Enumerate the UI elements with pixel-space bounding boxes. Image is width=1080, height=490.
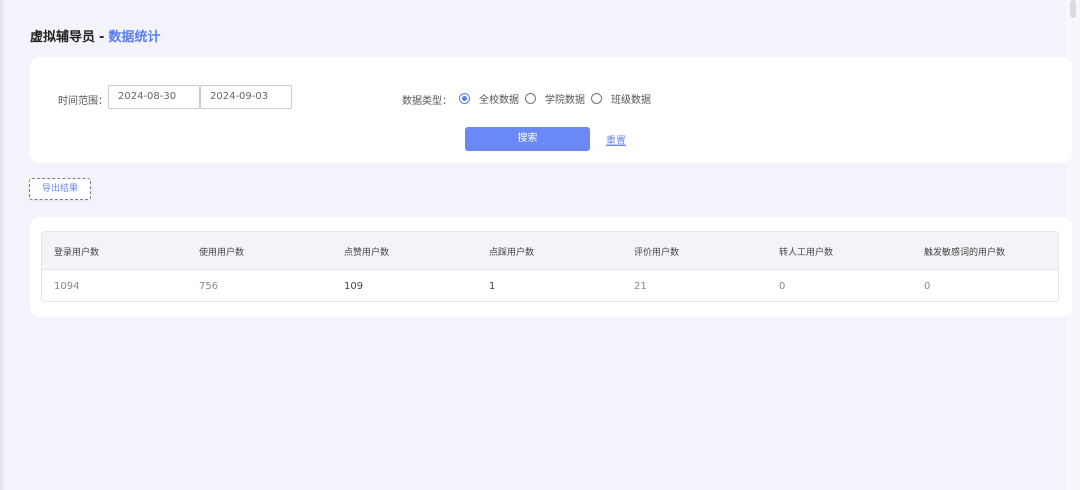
end-date-input[interactable]: 2024-09-03: [200, 85, 292, 109]
data-type-label: 数据类型：: [402, 96, 452, 107]
radio-checked-icon: [459, 93, 470, 104]
table-cell: 1: [489, 281, 496, 292]
column-header: 登录用户数: [54, 248, 100, 258]
date-range-label: 时间范围：: [58, 96, 108, 107]
export-button[interactable]: 导出结果: [29, 178, 91, 200]
radio-unchecked-icon: [591, 93, 602, 104]
app-name: 虚拟辅导员: [30, 30, 96, 45]
column-header: 评价用户数: [634, 248, 680, 258]
radio-label: 班级数据: [611, 95, 651, 106]
radio-label: 全校数据: [479, 95, 519, 106]
column-header: 触发敏感词的用户数: [924, 248, 1006, 258]
table-cell: 756: [199, 281, 219, 292]
title-separator: -: [99, 30, 105, 45]
column-header: 点赞用户数: [344, 248, 390, 258]
section-name: 数据统计: [108, 30, 161, 45]
radio-school-data[interactable]: 全校数据: [459, 91, 519, 106]
table-cell: 0: [924, 281, 931, 292]
column-header: 转人工用户数: [779, 248, 834, 258]
table-cell: 21: [634, 281, 647, 292]
table-row: 1094 756 109 1 21 0 0: [42, 270, 1058, 301]
radio-class-data[interactable]: 班级数据: [591, 91, 651, 106]
left-border: [0, 0, 3, 490]
table-cell: 109: [344, 281, 364, 292]
table-cell: 1094: [54, 281, 80, 292]
stats-panel: 登录用户数 使用用户数 点赞用户数 点踩用户数 评价用户数 转人工用户数 触发敏…: [30, 217, 1072, 317]
column-header: 点踩用户数: [489, 248, 535, 258]
filter-panel: 时间范围： 2024-08-30 2024-09-03 数据类型： 全校数据 学…: [30, 57, 1072, 163]
page-title: 虚拟辅导员 - 数据统计: [30, 26, 160, 45]
reset-button[interactable]: 重置: [606, 132, 626, 147]
radio-college-data[interactable]: 学院数据: [525, 91, 585, 106]
start-date-input[interactable]: 2024-08-30: [108, 85, 200, 109]
column-header: 使用用户数: [199, 248, 245, 258]
stats-table: 登录用户数 使用用户数 点赞用户数 点踩用户数 评价用户数 转人工用户数 触发敏…: [41, 231, 1059, 302]
scrollbar-thumb[interactable]: [1070, 0, 1076, 18]
table-cell: 0: [779, 281, 786, 292]
radio-label: 学院数据: [545, 95, 585, 106]
search-button[interactable]: 搜索: [465, 127, 590, 151]
table-header: 登录用户数 使用用户数 点赞用户数 点踩用户数 评价用户数 转人工用户数 触发敏…: [42, 232, 1058, 270]
radio-unchecked-icon: [525, 93, 536, 104]
